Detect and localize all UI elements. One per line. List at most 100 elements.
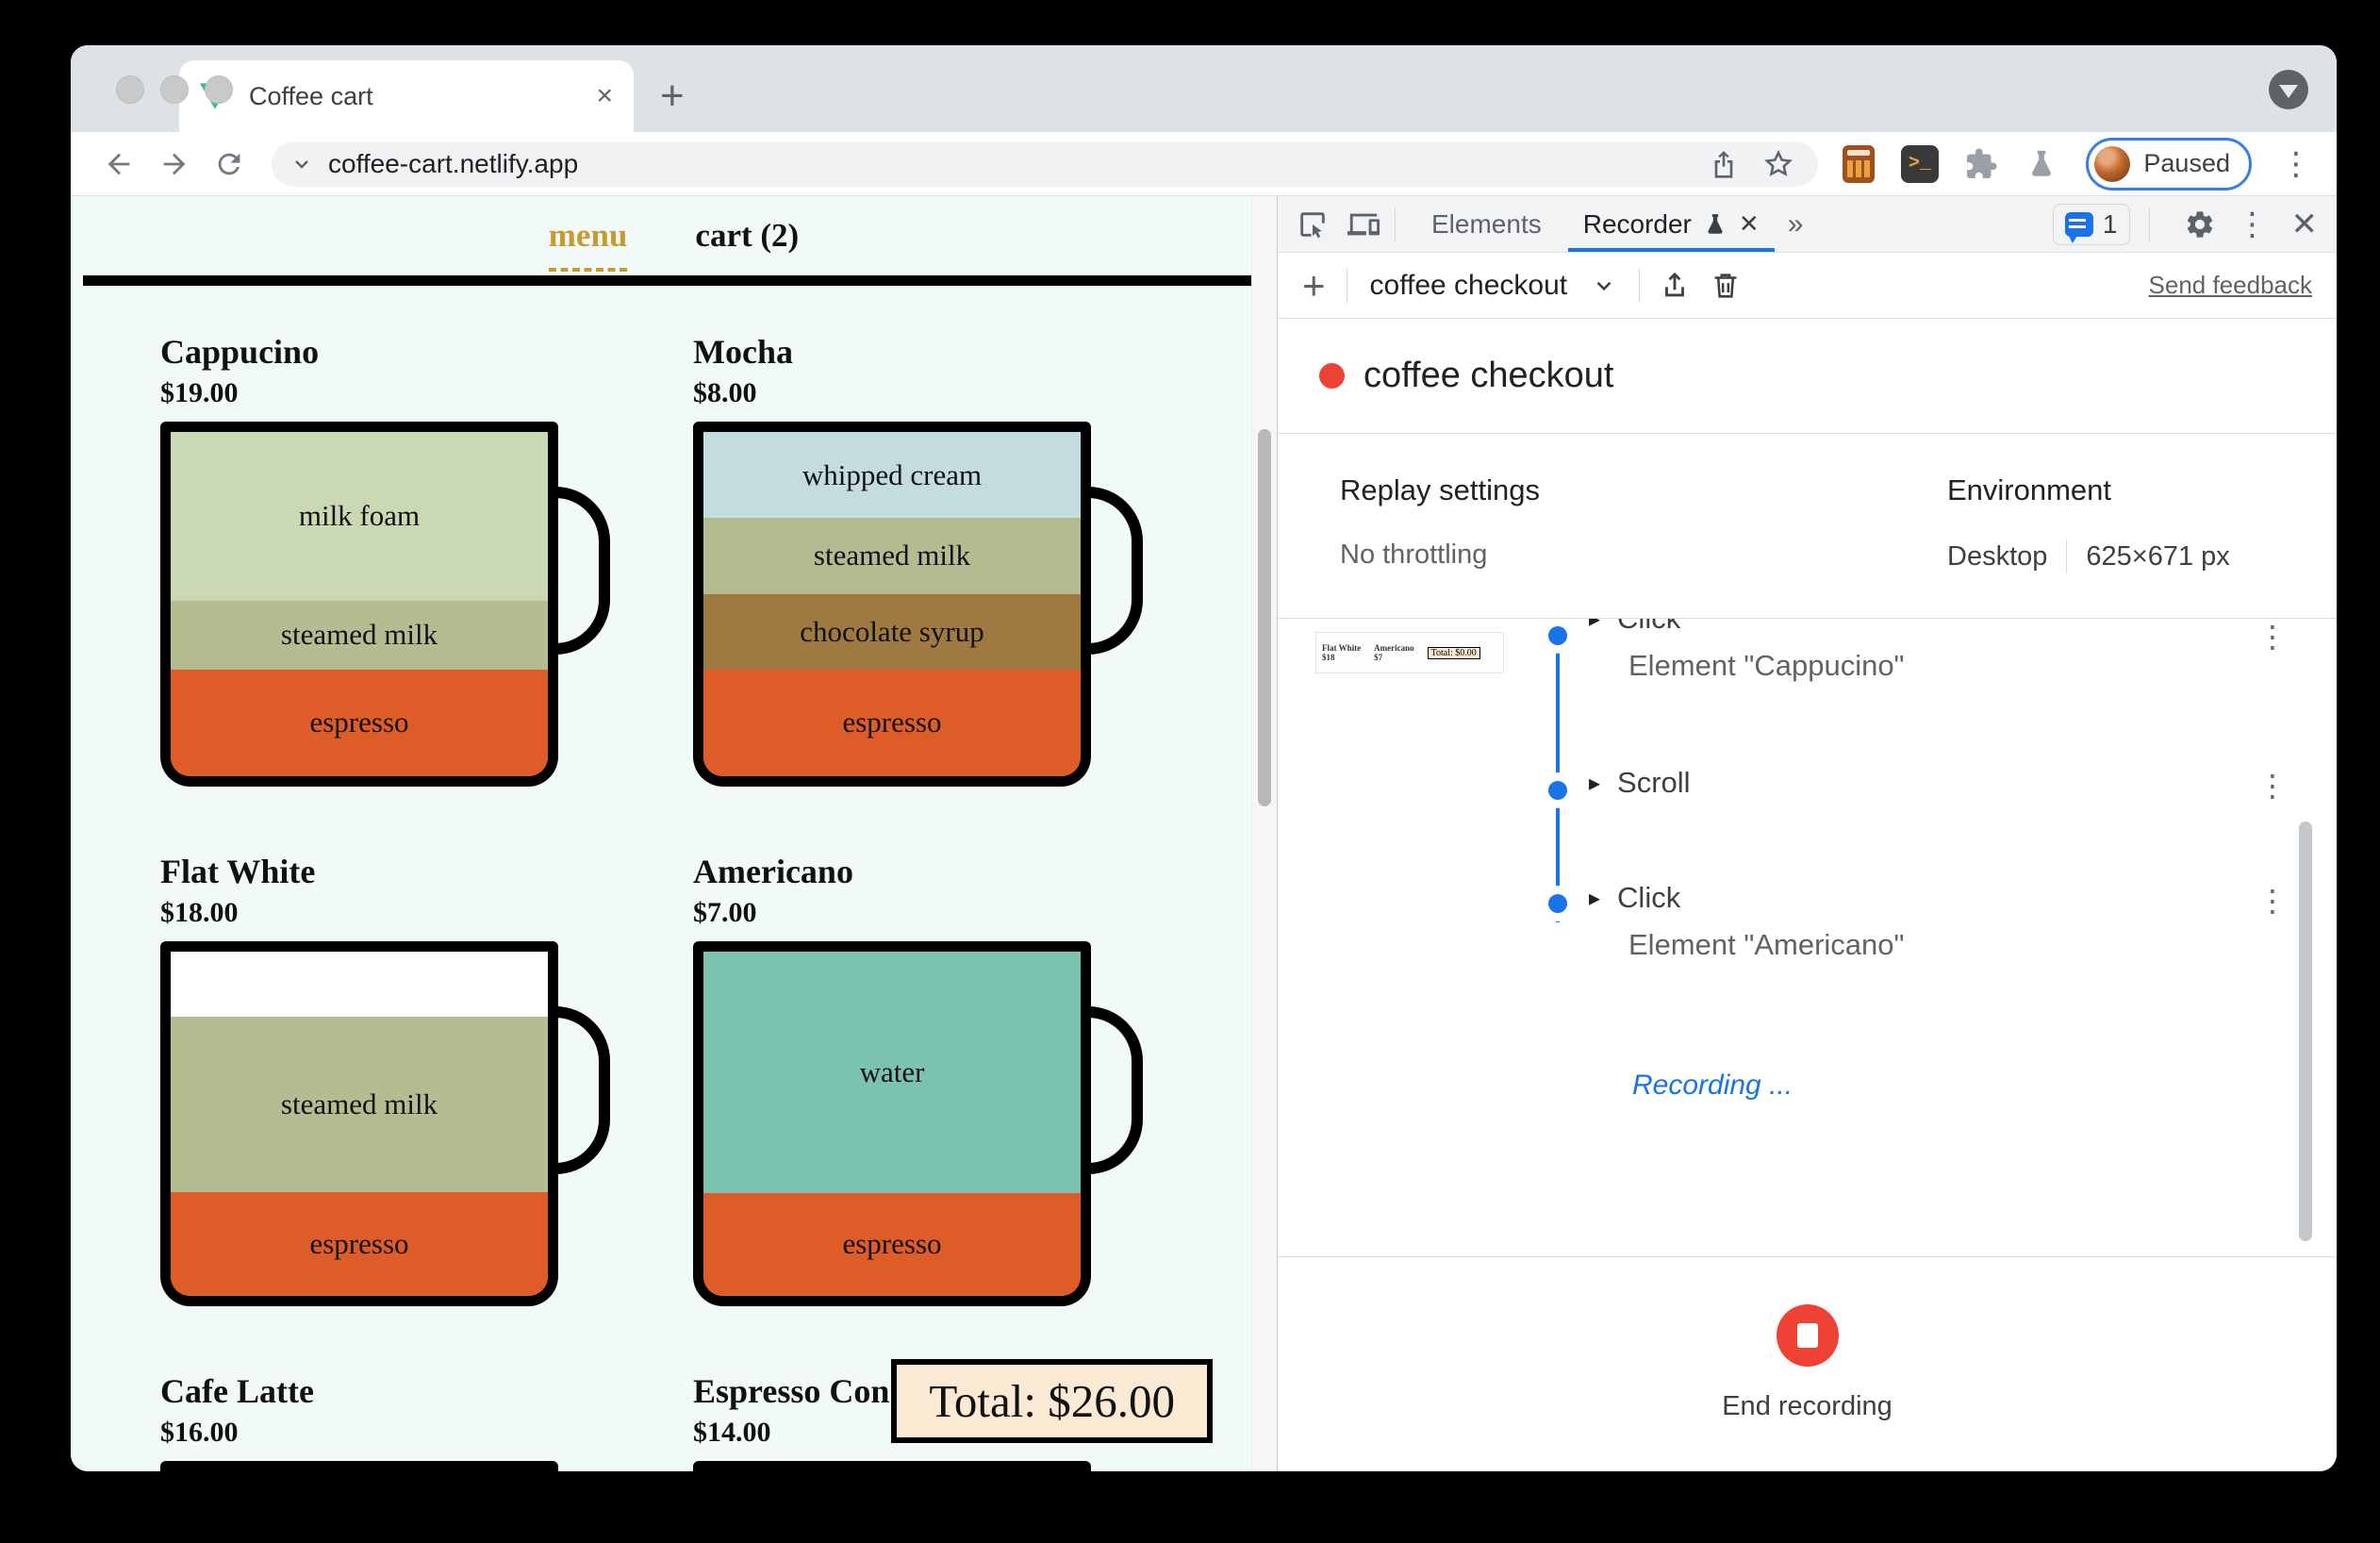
experiment-flask-icon bbox=[1708, 213, 1723, 234]
item-price: $16.00 bbox=[160, 1417, 239, 1448]
item-name: Cafe Latte bbox=[160, 1372, 314, 1410]
url-text[interactable]: coffee-cart.netlify.app bbox=[328, 149, 1690, 179]
cart-total-button[interactable]: Total: $26.00 bbox=[891, 1359, 1213, 1443]
cup-layer bbox=[171, 952, 548, 1018]
nav-menu-link[interactable]: menu bbox=[548, 217, 628, 272]
app-scrollbar[interactable] bbox=[1251, 196, 1277, 1471]
coffee-cup[interactable] bbox=[693, 1461, 1091, 1471]
environment-divider bbox=[2066, 539, 2068, 573]
replay-settings-heading[interactable]: Replay settings bbox=[1340, 473, 1540, 507]
environment-heading[interactable]: Environment bbox=[1947, 473, 2230, 507]
extension-flask-icon[interactable] bbox=[2022, 143, 2062, 185]
menu-item[interactable]: Cappucino $19.00 milk foam steamed milk espr… bbox=[160, 333, 618, 787]
browser-menu-icon[interactable]: ⋮ bbox=[2280, 145, 2312, 183]
end-recording-button[interactable] bbox=[1776, 1304, 1839, 1367]
recorder-step[interactable]: ▸ Click Element "Cappucino" bbox=[1589, 619, 2223, 683]
inspect-element-icon[interactable] bbox=[1297, 208, 1329, 241]
chevron-down-icon bbox=[2279, 84, 2298, 98]
expand-triangle-icon[interactable]: ▸ bbox=[1589, 619, 1600, 633]
export-recording-icon[interactable] bbox=[1659, 270, 1691, 302]
recording-title: coffee checkout bbox=[1364, 356, 1614, 395]
recording-select-value: coffee checkout bbox=[1369, 269, 1568, 301]
menu-item[interactable]: Cafe Latte $16.00 bbox=[160, 1372, 618, 1471]
close-window-button[interactable] bbox=[116, 75, 144, 104]
recording-settings: Replay settings No throttling Environmen… bbox=[1278, 434, 2337, 619]
coffee-cart-page: menu cart (2) Cappucino $19.00 milk foam st… bbox=[71, 196, 1277, 1471]
share-icon[interactable] bbox=[1703, 143, 1744, 185]
step-type: Scroll bbox=[1617, 766, 1691, 799]
issues-bubble-icon bbox=[2064, 211, 2093, 243]
step-menu-icon[interactable]: ⋮ bbox=[2257, 619, 2288, 655]
timeline-dot bbox=[1548, 894, 1567, 913]
add-recording-button[interactable]: + bbox=[1302, 265, 1326, 306]
item-name: Mocha bbox=[693, 333, 793, 371]
devtools-close-icon[interactable]: ✕ bbox=[2291, 206, 2319, 243]
settings-gear-icon[interactable] bbox=[2184, 208, 2216, 241]
coffee-cup[interactable]: steamed milk espresso bbox=[160, 941, 610, 1306]
cup-layer: espresso bbox=[703, 1192, 1081, 1296]
step-target: Element "Americano" bbox=[1628, 928, 1905, 961]
expand-triangle-icon[interactable]: ▸ bbox=[1589, 885, 1600, 912]
devtools-menu-icon[interactable]: ⋮ bbox=[2237, 206, 2269, 243]
menu-item[interactable]: Americano $7.00 water espresso bbox=[693, 853, 1150, 1306]
browser-tab[interactable]: Coffee cart × bbox=[179, 60, 634, 132]
step-menu-icon[interactable]: ⋮ bbox=[2257, 768, 2288, 804]
timeline-dot bbox=[1548, 626, 1567, 645]
chevron-down-icon bbox=[295, 159, 308, 169]
recorder-step[interactable]: ▸ Scroll bbox=[1589, 766, 2223, 800]
profile-status: Paused bbox=[2143, 149, 2230, 177]
bookmark-star-icon[interactable] bbox=[1758, 143, 1799, 185]
tab-search-button[interactable] bbox=[2269, 70, 2308, 109]
extension-terminal-icon[interactable]: >_ bbox=[1900, 143, 1941, 185]
address-bar[interactable]: coffee-cart.netlify.app bbox=[272, 141, 1819, 187]
nav-cart-link[interactable]: cart (2) bbox=[695, 217, 799, 255]
send-feedback-link[interactable]: Send feedback bbox=[2149, 271, 2312, 300]
expand-triangle-icon[interactable]: ▸ bbox=[1589, 770, 1600, 797]
timeline-line bbox=[1556, 619, 1560, 922]
menu-item[interactable]: Flat White $18.00 steamed milk espresso bbox=[160, 853, 618, 1306]
profile-paused-pill[interactable]: Paused bbox=[2086, 137, 2252, 191]
recorder-tab-close-icon[interactable]: ✕ bbox=[1739, 209, 1760, 239]
tab-elements[interactable]: Elements bbox=[1411, 196, 1562, 252]
more-tabs-icon[interactable]: » bbox=[1788, 208, 1804, 241]
item-name: Americano bbox=[693, 853, 853, 890]
device-toolbar-icon[interactable] bbox=[1347, 208, 1380, 241]
step-menu-icon[interactable]: ⋮ bbox=[2257, 883, 2288, 919]
issues-count: 1 bbox=[2102, 208, 2118, 239]
new-tab-button[interactable]: + bbox=[660, 68, 685, 124]
back-button[interactable] bbox=[95, 148, 142, 180]
cup-handle-icon bbox=[552, 487, 610, 655]
coffee-cup[interactable]: milk foam steamed milk espresso bbox=[160, 422, 610, 787]
coffee-cup[interactable] bbox=[160, 1461, 558, 1471]
cup-layer: espresso bbox=[171, 1192, 548, 1296]
extension-abacus-icon[interactable] bbox=[1839, 143, 1879, 185]
coffee-cup[interactable]: whipped cream steamed milk chocolate syrup… bbox=[693, 422, 1143, 787]
item-price: $19.00 bbox=[160, 377, 239, 408]
recorder-footer: End recording bbox=[1278, 1256, 2337, 1471]
devtools-panel: Elements Recorder ✕ » 1 ⋮ ✕ + coffee che… bbox=[1277, 196, 2337, 1471]
extensions-puzzle-icon[interactable] bbox=[1960, 143, 2001, 185]
maximize-window-button[interactable] bbox=[205, 75, 233, 104]
recording-status: Recording ... bbox=[1632, 1070, 1793, 1101]
recording-select[interactable]: coffee checkout bbox=[1363, 270, 1625, 302]
delete-recording-icon[interactable] bbox=[1710, 270, 1742, 302]
cup-layer: espresso bbox=[703, 669, 1081, 776]
forward-button[interactable] bbox=[150, 148, 197, 180]
app-scrollbar-thumb[interactable] bbox=[1258, 429, 1271, 806]
reload-button[interactable] bbox=[206, 148, 253, 180]
tab-recorder[interactable]: Recorder ✕ bbox=[1562, 196, 1780, 252]
issues-counter[interactable]: 1 bbox=[2052, 203, 2130, 245]
step-type: Click bbox=[1617, 881, 1681, 914]
chevron-down-icon bbox=[1596, 281, 1611, 290]
steps-scrollbar-thumb[interactable] bbox=[2299, 821, 2312, 1241]
recorder-step[interactable]: ▸ Click Element "Americano" bbox=[1589, 881, 2223, 962]
minimize-window-button[interactable] bbox=[160, 75, 189, 104]
cup-layer: chocolate syrup bbox=[703, 593, 1081, 670]
tab-close-icon[interactable]: × bbox=[596, 80, 613, 112]
cup-handle-icon bbox=[1084, 487, 1143, 655]
avatar bbox=[2094, 145, 2131, 182]
menu-item[interactable]: Mocha $8.00 whipped cream steamed milk choco… bbox=[693, 333, 1150, 787]
tab-strip: Coffee cart × + bbox=[71, 45, 2337, 132]
tab-recorder-label: Recorder bbox=[1582, 208, 1692, 239]
coffee-cup[interactable]: water espresso bbox=[693, 941, 1143, 1306]
